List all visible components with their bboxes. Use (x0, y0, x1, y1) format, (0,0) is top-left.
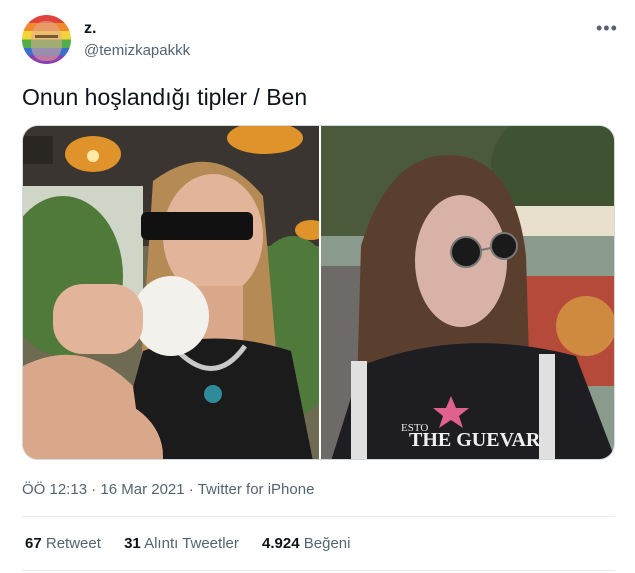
tweet-stats: 67 Retweet 31 Alıntı Tweetler 4.924 Beğe… (25, 535, 369, 552)
divider (22, 570, 615, 571)
more-options-icon[interactable]: ••• (596, 18, 618, 39)
media-photo-left[interactable] (23, 126, 319, 459)
avatar-sunglasses (35, 35, 58, 42)
tweet-text: Onun hoşlandığı tipler / Ben (22, 84, 308, 110)
author-handle[interactable]: @temizkapakkk (84, 42, 190, 59)
like-stat[interactable]: 4.924 Beğeni (262, 535, 350, 552)
author-name[interactable]: z. (84, 20, 96, 38)
like-label: Beğeni (303, 535, 351, 552)
divider (22, 516, 615, 517)
retweet-count: 67 (25, 535, 42, 552)
tweet-source[interactable]: Twitter for iPhone (198, 481, 315, 498)
shirt-print: THE GUEVAR (409, 429, 541, 451)
meta-separator: · (188, 481, 194, 498)
avatar[interactable] (22, 15, 71, 64)
media-photo-right[interactable]: ESTO THE GUEVAR (321, 126, 614, 459)
quote-tweet-label: Alıntı Tweetler (144, 535, 239, 552)
retweet-stat[interactable]: 67 Retweet (25, 535, 105, 552)
retweet-label: Retweet (45, 535, 101, 552)
like-count: 4.924 (262, 535, 300, 552)
tweet-media[interactable]: ESTO THE GUEVAR (22, 125, 615, 460)
meta-separator: · (91, 481, 97, 498)
tweet-date[interactable]: 16 Mar 2021 (100, 481, 184, 498)
tweet-card: z. @temizkapakkk ••• Onun hoşlandığı tip… (0, 0, 635, 573)
quote-tweet-count: 31 (124, 535, 141, 552)
tweet-meta: ÖÖ 12:13 · 16 Mar 2021 · Twitter for iPh… (22, 481, 314, 498)
quote-tweet-stat[interactable]: 31 Alıntı Tweetler (124, 535, 243, 552)
tweet-time[interactable]: ÖÖ 12:13 (22, 481, 87, 498)
